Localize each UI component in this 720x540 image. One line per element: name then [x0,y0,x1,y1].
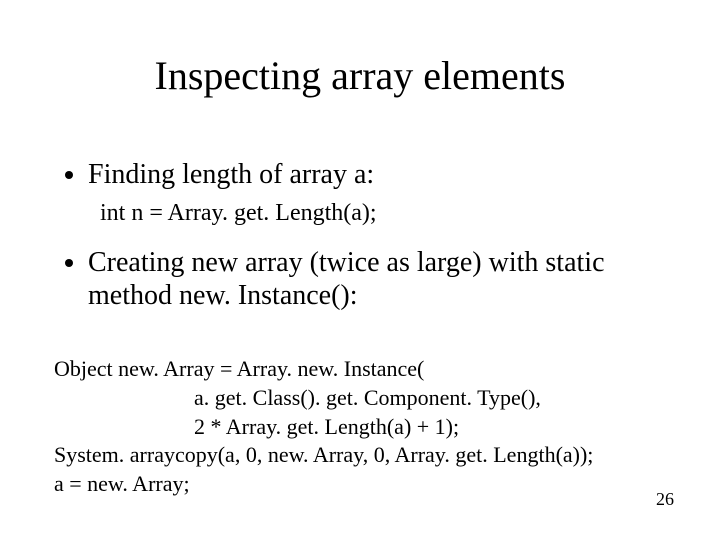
code-line-5: a = new. Array; [54,471,190,496]
bullet-1-text: Finding length of array a: [88,159,374,190]
code-block: Object new. Array = Array. new. Instance… [54,327,676,499]
code-line-3: 2 * Array. get. Length(a) + 1); [194,414,459,439]
code-line-1: Object new. Array = Array. new. Instance… [54,356,424,381]
code-line-4: System. arraycopy(a, 0, new. Array, 0, A… [54,442,593,467]
slide: Inspecting array elements Finding length… [0,0,720,540]
slide-title: Inspecting array elements [0,52,720,99]
bullet-1: Finding length of array a: int n = Array… [88,158,676,228]
bullet-list: Finding length of array a: int n = Array… [62,158,676,313]
page-number: 26 [656,489,674,510]
code-line-2: a. get. Class(). get. Component. Type(), [194,385,541,410]
sub-1: int n = Array. get. Length(a); [100,198,676,228]
bullet-2-text: Creating new array (twice as large) with… [88,247,605,312]
bullet-2: Creating new array (twice as large) with… [88,246,676,313]
slide-body: Finding length of array a: int n = Array… [62,158,676,498]
